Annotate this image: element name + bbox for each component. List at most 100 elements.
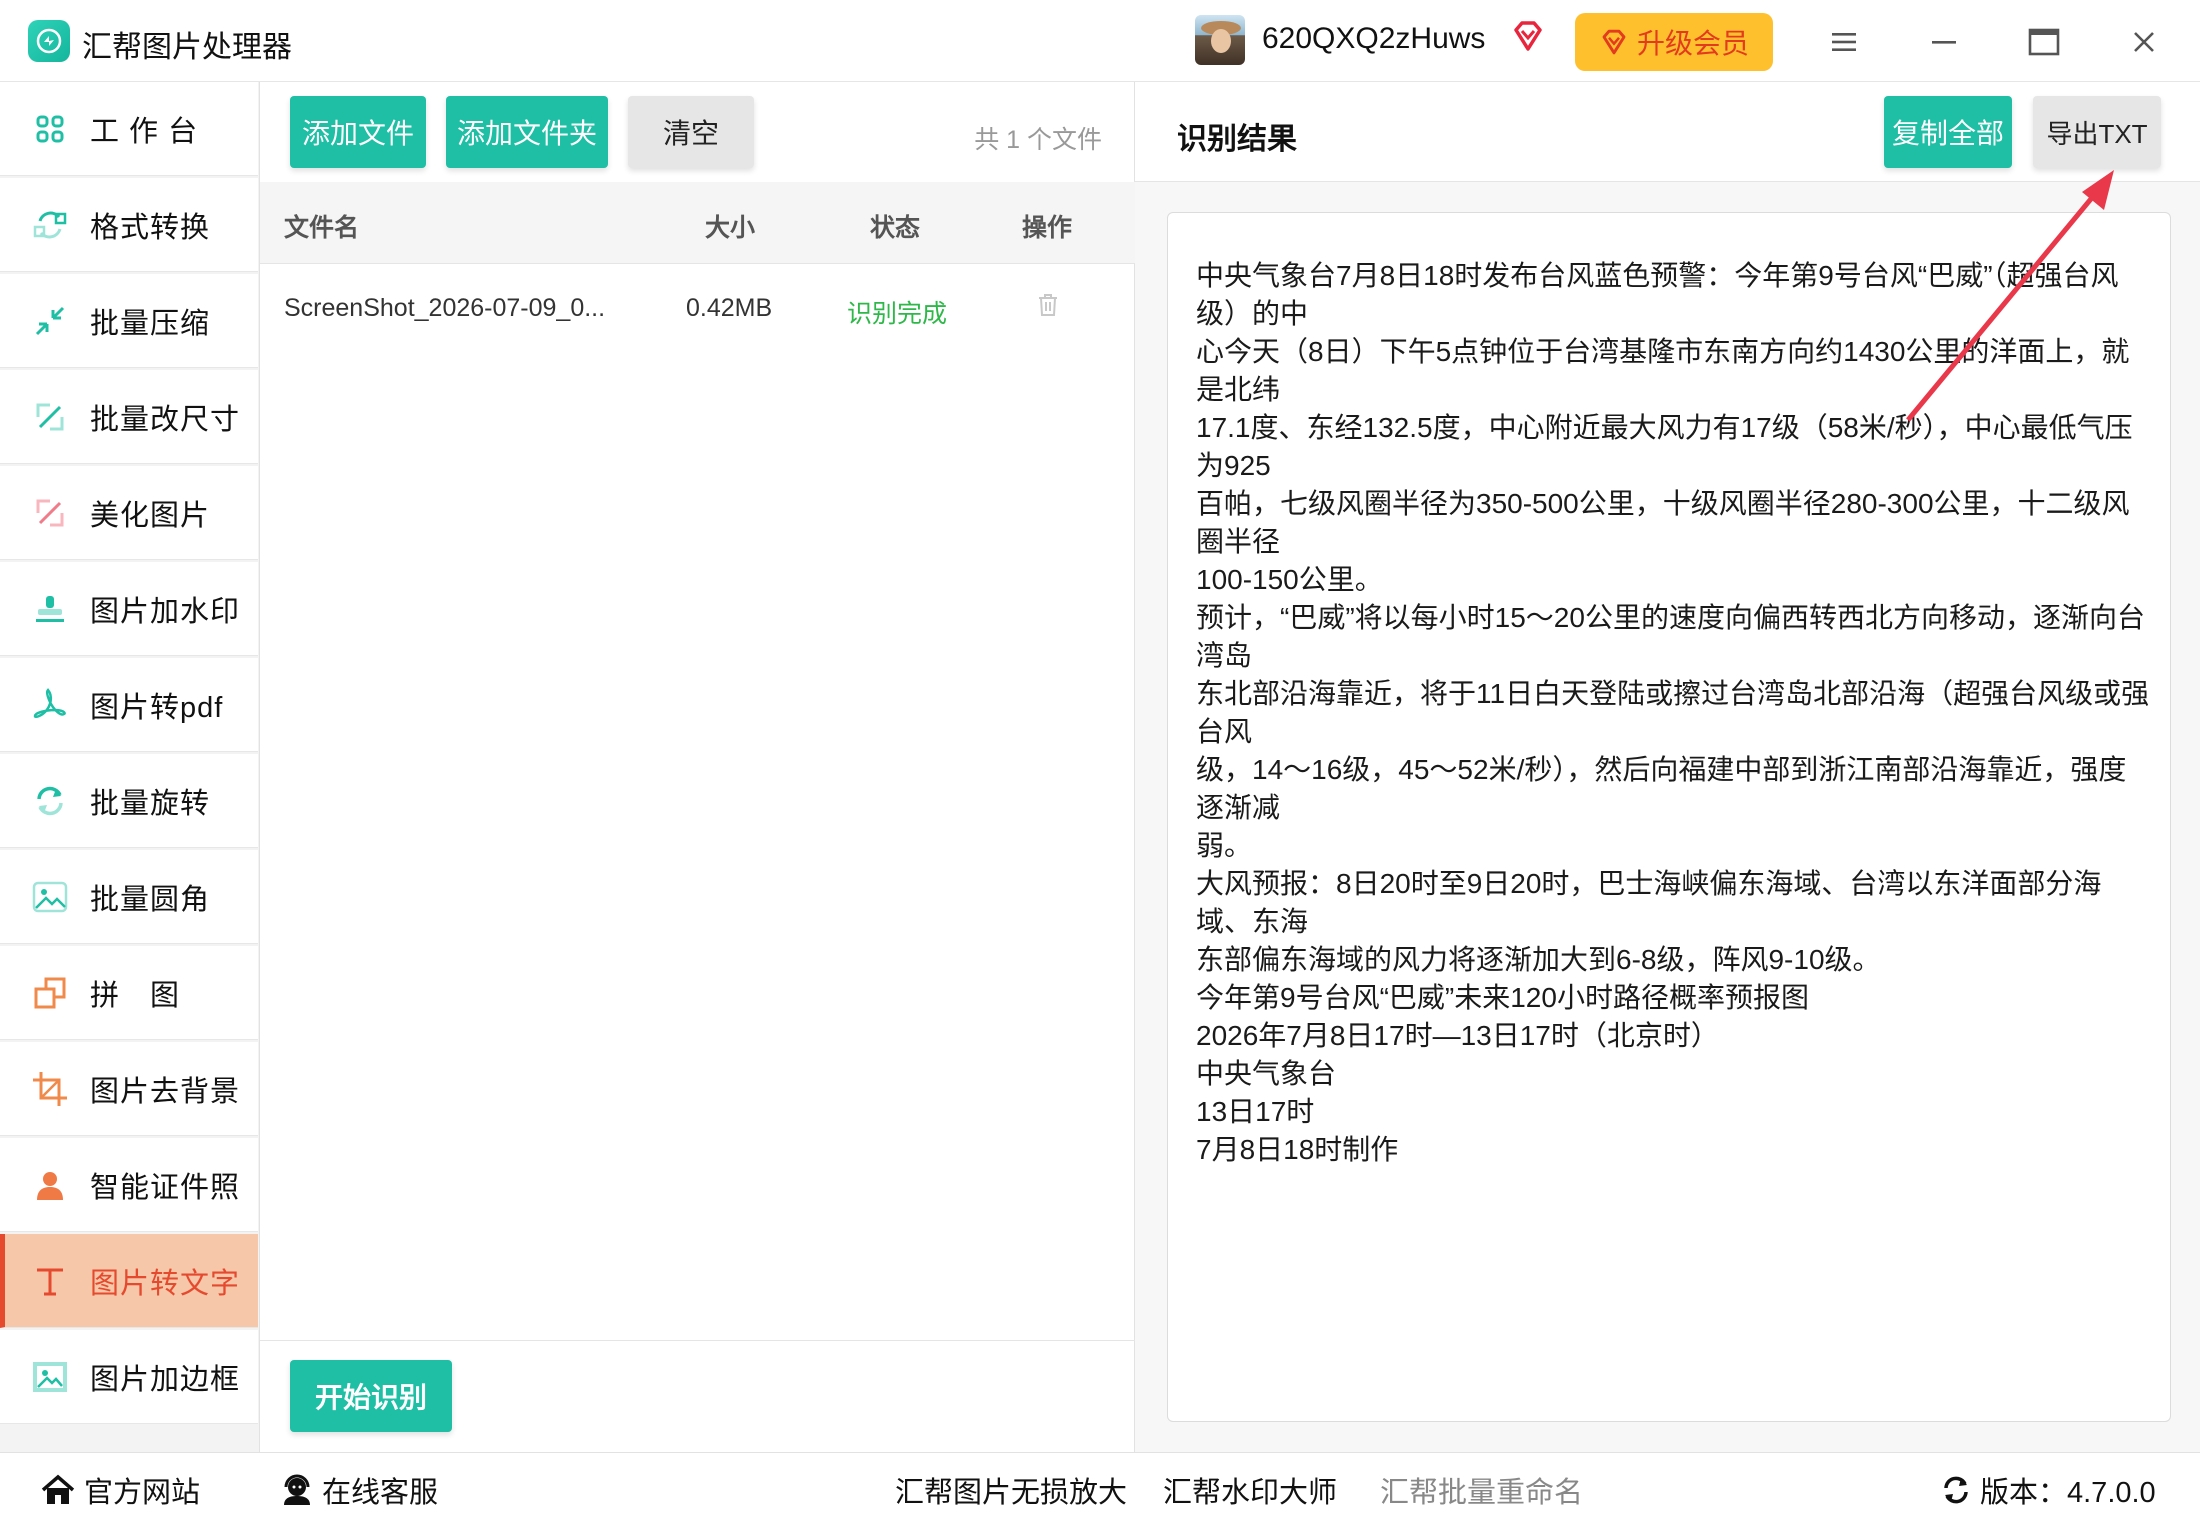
result-line: 东部偏东海域的风力将逐渐加大到6-8级，阵风9-10级。 xyxy=(1196,944,1881,975)
customer-service-icon xyxy=(284,1474,310,1505)
sidebar-item-add-border[interactable]: 图片加边框 xyxy=(0,1330,258,1424)
close-button[interactable] xyxy=(2120,18,2168,66)
result-line: 中央气象台 xyxy=(1196,1058,1337,1089)
sidebar-item-watermark[interactable]: 图片加水印 xyxy=(0,562,258,656)
result-line: 心今天（8日）下午5点钟位于台湾基隆市东南方向约1430公里的洋面上，就是北纬 xyxy=(1196,336,2130,405)
sidebar-item-rounded-corners[interactable]: 批量圆角 xyxy=(0,850,258,944)
batch-rename-link[interactable]: 汇帮批量重命名 xyxy=(1380,1469,1583,1511)
result-line: 弱。 xyxy=(1196,830,1253,861)
result-line: 大风预报：8日20时至9日20时，巴士海峡偏东海域、台湾以东洋面部分海域、东海 xyxy=(1196,868,2102,937)
puzzle-icon xyxy=(30,973,70,1013)
export-txt-button[interactable]: 导出TXT xyxy=(2033,96,2161,168)
close-icon xyxy=(2134,32,2154,52)
home-icon xyxy=(41,1474,75,1504)
column-header-size: 大小 xyxy=(705,214,756,242)
upgrade-vip-button[interactable]: 升级会员 xyxy=(1575,13,1773,71)
sidebar-item-label: 图片加水印 xyxy=(90,595,241,628)
sidebar-item-label: 批量旋转 xyxy=(90,787,211,820)
start-recognition-button[interactable]: 开始识别 xyxy=(290,1360,452,1432)
minimize-button[interactable] xyxy=(1920,18,1968,66)
rotate-icon xyxy=(30,781,70,821)
maximize-button[interactable] xyxy=(2020,18,2068,66)
vip-diamond-icon xyxy=(1602,29,1626,55)
sidebar-item-collage[interactable]: 拼 图 xyxy=(0,946,258,1040)
delete-icon[interactable] xyxy=(1036,292,1060,325)
sidebar-item-label: 图片去背景 xyxy=(90,1075,241,1108)
sidebar-item-batch-rotate[interactable]: 批量旋转 xyxy=(0,754,258,848)
resize-icon xyxy=(30,397,70,437)
file-count: 共 1 个文件 xyxy=(974,126,1102,154)
convert-icon xyxy=(30,205,70,245)
sidebar-item-label: 美化图片 xyxy=(90,499,211,532)
file-status: 识别完成 xyxy=(847,300,948,328)
result-line: 中央气象台7月8日18时发布台风蓝色预警：今年第9号台风“巴威”（超强台风级）的… xyxy=(1196,260,2119,329)
sidebar-item-to-pdf[interactable]: 图片转pdf xyxy=(0,658,258,752)
result-line: 今年第9号台风“巴威”未来120小时路径概率预报图 xyxy=(1196,982,1809,1013)
result-header: 识别结果 复制全部 导出TXT xyxy=(1135,82,2200,182)
compress-icon xyxy=(30,301,70,341)
sidebar-item-label: 图片转文字 xyxy=(90,1267,241,1300)
file-name: ScreenShot_2026-07-09_0... xyxy=(284,294,606,322)
vip-diamond-icon xyxy=(1514,21,1542,51)
sidebar-item-batch-resize[interactable]: 批量改尺寸 xyxy=(0,370,258,464)
column-header-name: 文件名 xyxy=(284,214,360,242)
copy-all-button[interactable]: 复制全部 xyxy=(1884,96,2012,168)
sidebar-item-id-photo[interactable]: 智能证件照 xyxy=(0,1138,258,1232)
watermark-master-link[interactable]: 汇帮水印大师 xyxy=(1163,1469,1337,1511)
result-line: 13日17时 xyxy=(1196,1096,1315,1127)
image-icon xyxy=(30,877,70,917)
version-info[interactable]: 版本：4.7.0.0 xyxy=(1940,1469,2156,1511)
sidebar-item-beautify[interactable]: 美化图片 xyxy=(0,466,258,560)
grid-icon xyxy=(30,109,70,149)
frame-icon xyxy=(30,1357,70,1397)
result-line: 2026年7月8日17时—13日17时（北京时） xyxy=(1196,1020,1719,1051)
add-folder-button[interactable]: 添加文件夹 xyxy=(446,96,608,168)
online-support-label: 在线客服 xyxy=(322,1477,439,1509)
status-bar: 官方网站 在线客服 汇帮图片无损放大 汇帮水印大师 汇帮批量重命名 版本：4.7… xyxy=(0,1452,2200,1520)
online-support-link[interactable]: 在线客服 xyxy=(280,1469,438,1511)
sidebar-item-batch-compress[interactable]: 批量压缩 xyxy=(0,274,258,368)
official-website-link[interactable]: 官方网站 xyxy=(40,1469,200,1511)
sidebar-item-format-convert[interactable]: 格式转换 xyxy=(0,178,258,272)
file-table-header: 文件名 大小 状态 操作 xyxy=(260,182,1135,264)
sidebar-item-label: 智能证件照 xyxy=(90,1171,241,1204)
result-line: 东北部沿海靠近，将于11日白天登陆或擦过台湾岛北部沿海（超强台风级或强台风 xyxy=(1196,678,2150,747)
sidebar-item-label: 图片转pdf xyxy=(90,691,224,724)
maximize-icon xyxy=(2028,28,2060,56)
text-icon xyxy=(30,1261,70,1301)
result-text-area[interactable]: 中央气象台7月8日18时发布台风蓝色预警：今年第9号台风“巴威”（超强台风级）的… xyxy=(1167,212,2171,1422)
sidebar-item-image-to-text[interactable]: 图片转文字 xyxy=(0,1234,258,1328)
app-title: 汇帮图片处理器 xyxy=(82,31,292,64)
file-panel: 添加文件 添加文件夹 清空 共 1 个文件 文件名 大小 状态 操作 Scree… xyxy=(260,82,1135,1452)
lossless-upscale-link[interactable]: 汇帮图片无损放大 xyxy=(895,1469,1127,1511)
stamp-icon xyxy=(30,589,70,629)
sidebar-item-label: 拼 图 xyxy=(90,979,181,1012)
official-website-label: 官方网站 xyxy=(84,1477,201,1509)
clear-button[interactable]: 清空 xyxy=(628,96,754,168)
sidebar-item-label: 格式转换 xyxy=(90,211,211,244)
pdf-icon xyxy=(30,685,70,725)
sidebar-item-label: 批量改尺寸 xyxy=(90,403,241,436)
menu-button[interactable] xyxy=(1820,18,1868,66)
column-header-status: 状态 xyxy=(870,214,921,242)
result-line: 17.1度、东经132.5度，中心附近最大风力有17级（58米/秒），中心最低气… xyxy=(1196,412,2133,481)
person-icon xyxy=(30,1165,70,1205)
username[interactable]: 620QXQ2zHuws xyxy=(1262,22,1485,56)
table-row[interactable]: ScreenShot_2026-07-09_0... 0.42MB 识别完成 xyxy=(260,264,1135,354)
result-line: 100-150公里。 xyxy=(1196,564,1383,595)
result-line: 预计，“巴威”将以每小时15～20公里的速度向偏西转西北方向移动，逐渐向台湾岛 xyxy=(1196,602,2145,671)
version-label: 版本：4.7.0.0 xyxy=(1980,1477,2156,1509)
crop-icon xyxy=(30,1069,70,1109)
upgrade-vip-label: 升级会员 xyxy=(1636,28,1749,59)
avatar[interactable] xyxy=(1195,15,1245,65)
sidebar-item-remove-background[interactable]: 图片去背景 xyxy=(0,1042,258,1136)
minimize-icon xyxy=(1932,41,1956,44)
refresh-icon xyxy=(1944,1476,1968,1504)
divider xyxy=(260,1340,1135,1341)
sidebar: 工 作 台 格式转换 批量压缩 批量改尺寸 美化图片 图片加水印 图片转pdf … xyxy=(0,82,260,1452)
sidebar-item-workbench[interactable]: 工 作 台 xyxy=(0,82,258,176)
add-file-button[interactable]: 添加文件 xyxy=(290,96,426,168)
title-bar: 汇帮图片处理器 620QXQ2zHuws 升级会员 xyxy=(0,0,2200,82)
beautify-icon xyxy=(30,493,70,533)
sidebar-item-label: 批量圆角 xyxy=(90,883,211,916)
